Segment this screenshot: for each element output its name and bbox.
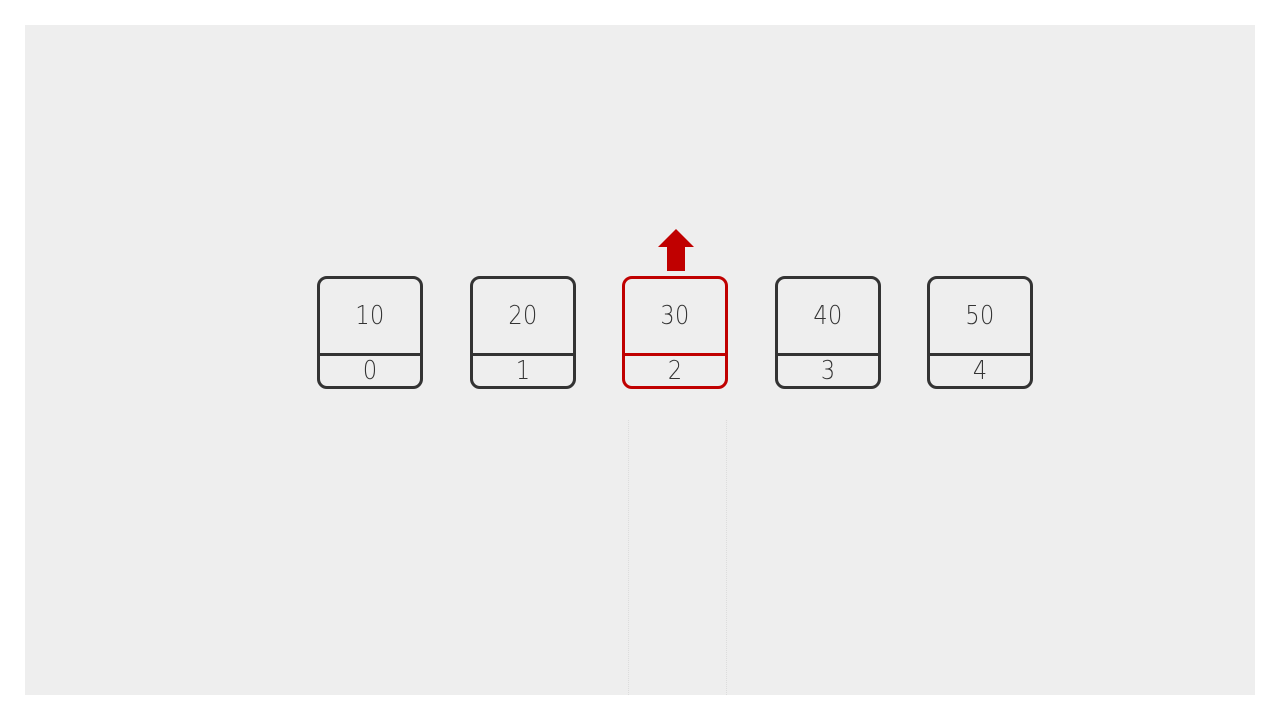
cell-index: 1 — [515, 356, 531, 386]
cell-value: 50 — [965, 301, 995, 331]
array-cell-4: 50 4 — [927, 276, 1033, 389]
guide-line-left — [628, 420, 629, 695]
array-cell-1: 20 1 — [470, 276, 576, 389]
cell-value: 10 — [355, 301, 385, 331]
diagram-canvas: 10 0 20 1 30 2 40 3 50 4 — [25, 25, 1255, 695]
guide-line-right — [726, 420, 727, 695]
array-cell-2: 30 2 — [622, 276, 728, 389]
cell-index: 3 — [820, 356, 836, 386]
array-cell-3: 40 3 — [775, 276, 881, 389]
cell-value: 30 — [660, 301, 690, 331]
cell-index: 4 — [972, 356, 988, 386]
cell-value: 20 — [508, 301, 538, 331]
cell-value: 40 — [813, 301, 843, 331]
array-cell-0: 10 0 — [317, 276, 423, 389]
cell-index: 0 — [362, 356, 378, 386]
cell-index: 2 — [667, 356, 683, 386]
arrow-up-icon — [658, 229, 694, 271]
